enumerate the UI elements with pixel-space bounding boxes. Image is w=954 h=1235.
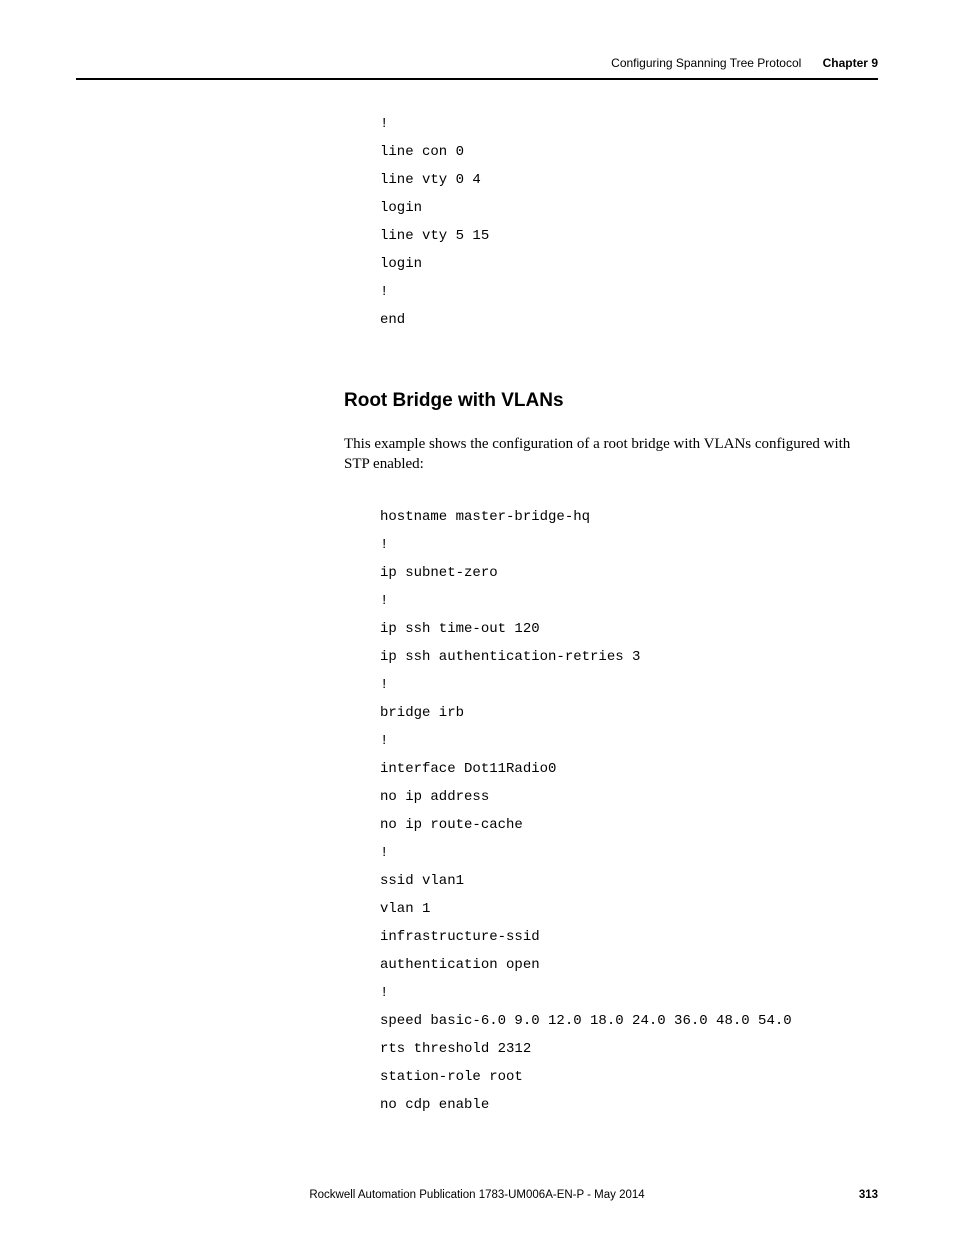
page-header: Configuring Spanning Tree Protocol Chapt… — [76, 56, 878, 80]
header-section-title: Configuring Spanning Tree Protocol — [611, 56, 801, 70]
page-footer: Rockwell Automation Publication 1783-UM0… — [76, 1189, 878, 1201]
code-block-1: ! line con 0 line vty 0 4 login line vty… — [380, 110, 878, 334]
footer-page-number: 313 — [859, 1189, 878, 1201]
content-area: ! line con 0 line vty 0 4 login line vty… — [344, 110, 878, 1119]
code-block-2: hostname master-bridge-hq ! ip subnet-ze… — [380, 503, 878, 1119]
body-paragraph: This example shows the configuration of … — [344, 434, 878, 475]
page-container: Configuring Spanning Tree Protocol Chapt… — [0, 0, 954, 1235]
header-chapter-label: Chapter 9 — [823, 56, 878, 70]
footer-publication-id: Rockwell Automation Publication 1783-UM0… — [309, 1189, 644, 1201]
subheading-root-bridge-vlans: Root Bridge with VLANs — [344, 390, 878, 412]
